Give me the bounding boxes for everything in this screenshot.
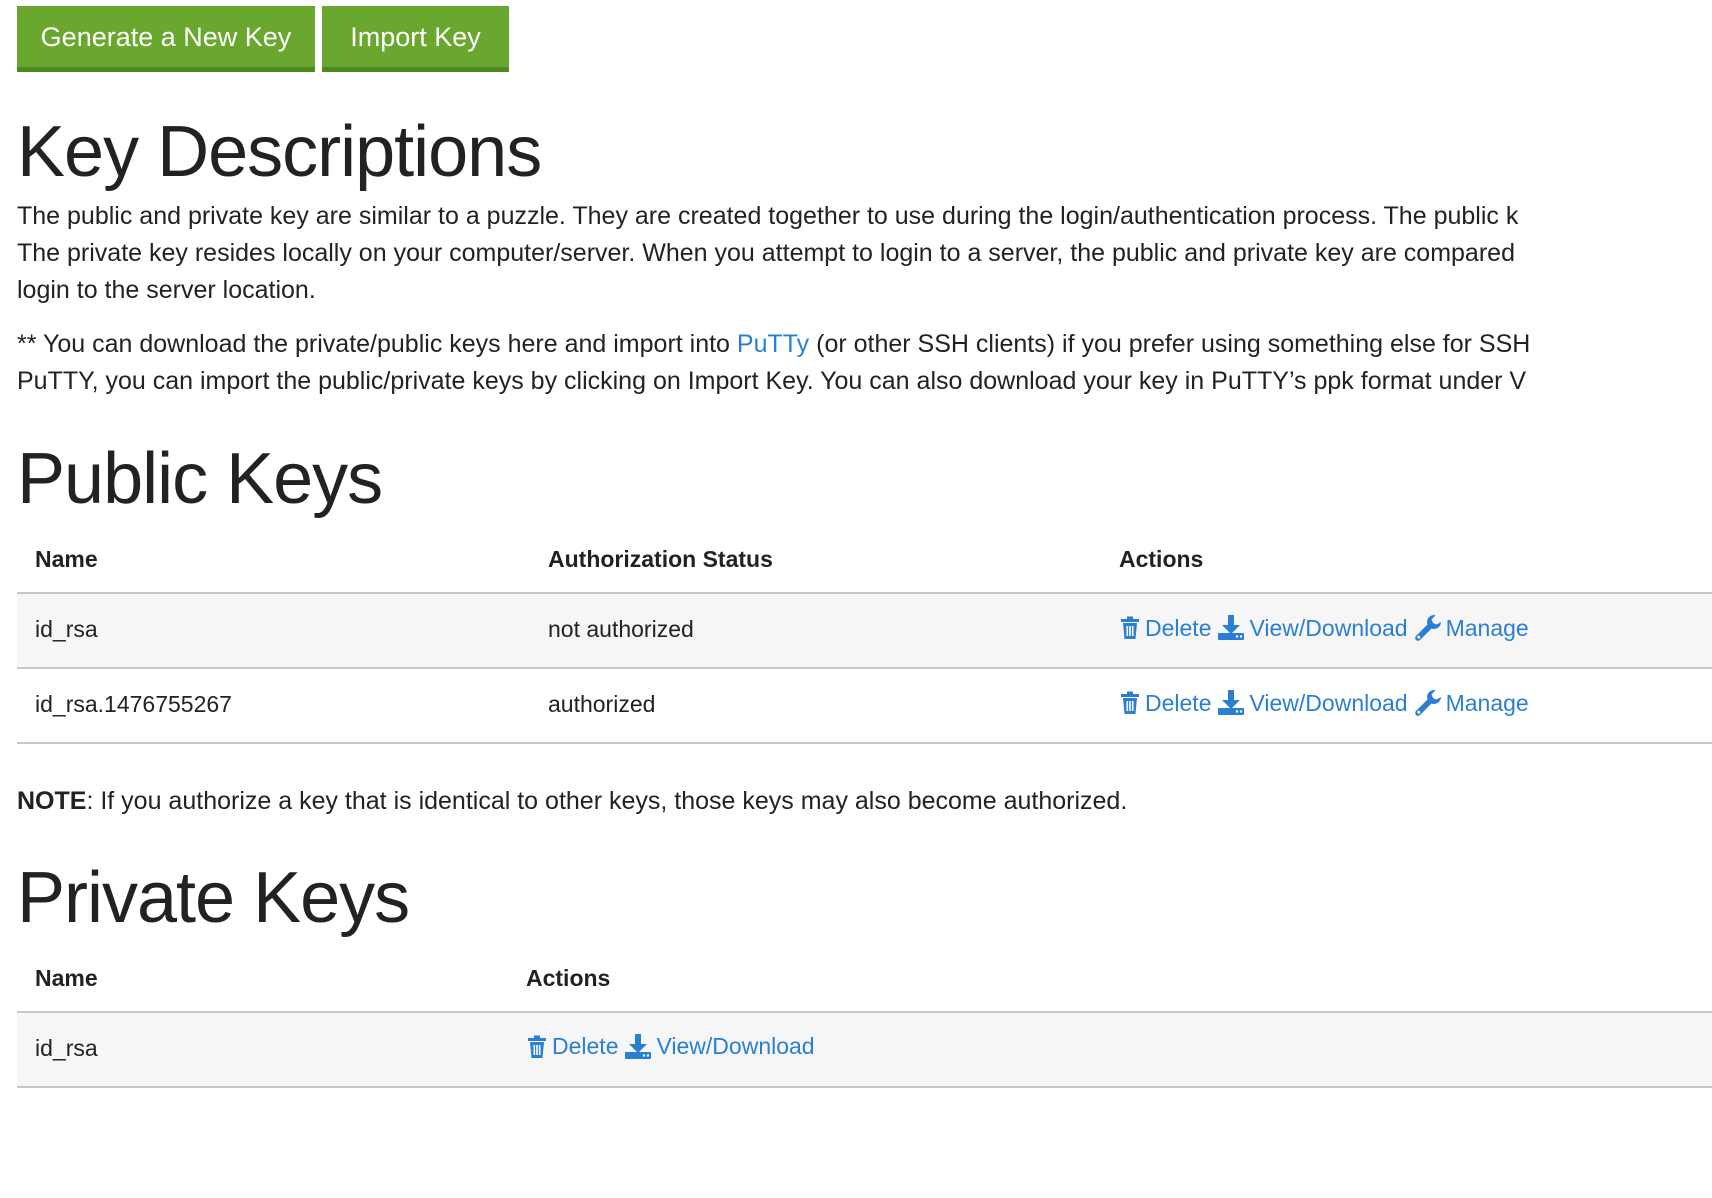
column-header-actions: Actions [526, 965, 611, 991]
authorization-status: authorized [548, 691, 656, 717]
authorization-status: not authorized [548, 616, 694, 642]
download-icon [625, 1033, 652, 1059]
column-header-actions: Actions [1119, 546, 1204, 572]
wrench-icon [1414, 690, 1441, 716]
row-actions: Delete View/Download [526, 1033, 821, 1060]
manage-button[interactable]: Manage [1414, 614, 1529, 642]
manage-button[interactable]: Manage [1414, 689, 1529, 717]
download-info-prefix: ** You can download the private/public k… [17, 330, 737, 358]
delete-button[interactable]: Delete [1119, 690, 1211, 717]
delete-button[interactable]: Delete [526, 1033, 618, 1060]
column-header-name: Name [35, 965, 98, 991]
key-descriptions-heading: Key Descriptions [17, 112, 542, 192]
download-icon [1218, 615, 1245, 640]
trash-icon [528, 1035, 546, 1058]
putty-link[interactable]: PuTTy [737, 330, 809, 358]
delete-label: Delete [1145, 614, 1212, 641]
private-keys-heading: Private Keys [17, 858, 410, 938]
public-keys-table: Name Authorization Status Actions id_rsa… [17, 526, 1712, 744]
description-line: The public and private key are similar t… [17, 202, 1519, 230]
delete-label: Delete [552, 1033, 619, 1059]
table-row: id_rsa not authorized Delete View/Downlo… [17, 594, 1712, 669]
download-info-line: PuTTY, you can import the public/private… [17, 367, 1527, 395]
key-description-paragraph: The public and private key are similar t… [17, 198, 1518, 309]
private-keys-table: Name Actions id_rsa Delete View/Download [17, 945, 1712, 1088]
download-icon [1218, 690, 1245, 715]
table-row: id_rsa Delete View/Download [17, 1013, 1712, 1088]
row-actions: Delete View/Download Manage [1119, 614, 1535, 642]
table-header: Name Actions [17, 945, 1712, 1013]
wrench-icon [1414, 615, 1441, 641]
view-download-label: View/Download [1249, 614, 1408, 641]
column-header-name: Name [35, 546, 98, 572]
view-download-button[interactable]: View/Download [1217, 614, 1408, 642]
key-name: id_rsa.1476755267 [35, 691, 232, 717]
view-download-button[interactable]: View/Download [1217, 689, 1408, 717]
manage-label: Manage [1445, 689, 1529, 716]
generate-new-key-button[interactable]: Generate a New Key [17, 6, 315, 72]
row-actions: Delete View/Download Manage [1119, 689, 1535, 717]
table-header: Name Authorization Status Actions [17, 526, 1712, 594]
manage-label: Manage [1445, 614, 1529, 641]
key-name: id_rsa [35, 1035, 98, 1061]
column-header-authorization-status: Authorization Status [548, 546, 773, 572]
import-key-button[interactable]: Import Key [322, 6, 509, 72]
description-line: The private key resides locally on your … [17, 239, 1515, 267]
view-download-label: View/Download [1249, 689, 1408, 716]
delete-button[interactable]: Delete [1119, 615, 1211, 642]
view-download-button[interactable]: View/Download [624, 1033, 815, 1060]
table-row: id_rsa.1476755267 authorized Delete View… [17, 669, 1712, 744]
note-text: : If you authorize a key that is identic… [86, 787, 1128, 815]
key-name: id_rsa [35, 616, 98, 642]
trash-icon [1121, 616, 1139, 639]
description-line: login to the server location. [17, 276, 316, 304]
authorization-note: NOTE: If you authorize a key that is ide… [17, 783, 1127, 820]
download-info-suffix: (or other SSH clients) if you prefer usi… [809, 330, 1531, 358]
public-keys-heading: Public Keys [17, 439, 383, 519]
download-info-paragraph: ** You can download the private/public k… [17, 326, 1530, 400]
page: Generate a New Key Import Key Key Descri… [17, 0, 1712, 1198]
delete-label: Delete [1145, 689, 1212, 716]
view-download-label: View/Download [656, 1033, 815, 1059]
note-label: NOTE [17, 787, 87, 815]
trash-icon [1121, 691, 1139, 714]
download-info-line: ** You can download the private/public k… [17, 326, 1530, 363]
